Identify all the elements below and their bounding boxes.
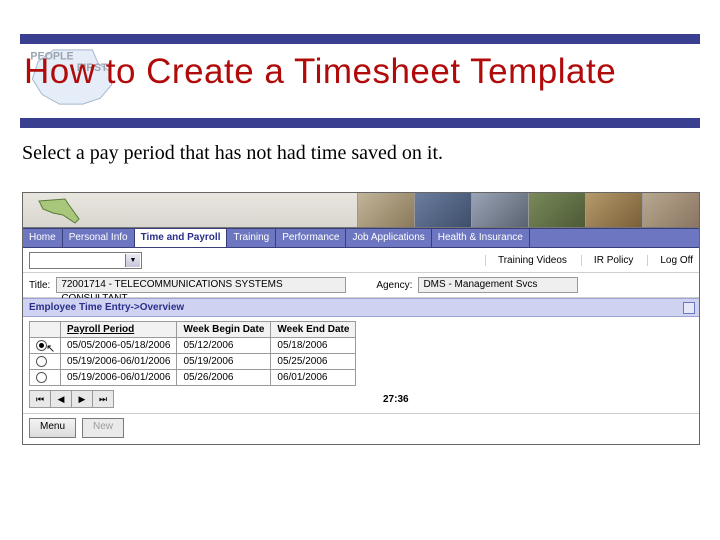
pager-last[interactable]: ⏭ — [93, 391, 114, 408]
tab-health-insurance[interactable]: Health & Insurance — [432, 229, 530, 247]
tab-personal-info[interactable]: Personal Info — [63, 229, 135, 247]
table-row[interactable]: ↖ 05/05/2006-05/18/2006 05/12/2006 05/18… — [30, 338, 356, 354]
hours-total: 27:36 — [383, 394, 699, 405]
section-header: Employee Time Entry->Overview — [23, 298, 699, 317]
tab-home[interactable]: Home — [23, 229, 63, 247]
col-payroll-period[interactable]: Payroll Period — [61, 322, 177, 338]
slide: PEOPLE FIRST How to Create a Timesheet T… — [0, 0, 720, 540]
field-title-value: 72001714 - TELECOMMUNICATIONS SYSTEMS CO… — [56, 277, 346, 293]
radio-row-1[interactable] — [36, 340, 47, 351]
top-links: Training Videos IR Policy Log Off — [485, 255, 693, 266]
collapse-icon[interactable] — [683, 302, 695, 314]
col-week-end: Week End Date — [271, 322, 356, 338]
banner-photo-strip — [357, 193, 699, 227]
toolbar-row: ▼ Training Videos IR Policy Log Off — [23, 248, 699, 273]
table-row[interactable]: 05/19/2006-06/01/2006 05/26/2006 06/01/2… — [30, 370, 356, 386]
cursor-icon: ↖ — [46, 342, 55, 355]
slide-title: How to Create a Timesheet Template — [24, 52, 700, 92]
slide-subtitle: Select a pay period that has not had tim… — [22, 142, 443, 165]
radio-row-2[interactable] — [36, 356, 47, 367]
tab-job-applications[interactable]: Job Applications — [346, 229, 431, 247]
link-training-videos[interactable]: Training Videos — [485, 255, 567, 266]
new-button: New — [82, 418, 124, 438]
tab-performance[interactable]: Performance — [276, 229, 346, 247]
decorative-bar-bottom — [20, 118, 700, 128]
info-row: Title: 72001714 - TELECOMMUNICATIONS SYS… — [23, 273, 699, 298]
radio-row-3[interactable] — [36, 372, 47, 383]
pager-next[interactable]: ▶ — [72, 391, 93, 408]
col-week-begin: Week Begin Date — [177, 322, 271, 338]
pager-prev[interactable]: ◀ — [51, 391, 72, 408]
link-log-off[interactable]: Log Off — [647, 255, 693, 266]
decorative-bar-top — [20, 34, 700, 44]
link-ir-policy[interactable]: IR Policy — [581, 255, 633, 266]
chevron-down-icon: ▼ — [125, 254, 140, 267]
banner-state-map — [35, 195, 85, 225]
pay-period-table: Payroll Period Week Begin Date Week End … — [29, 321, 356, 386]
button-bar: Menu New — [23, 413, 699, 444]
tab-training[interactable]: Training — [227, 229, 276, 247]
menu-button[interactable]: Menu — [29, 418, 76, 438]
field-agency-value: DMS - Management Svcs — [418, 277, 578, 293]
pager-first[interactable]: ⏮ — [30, 391, 51, 408]
app-banner — [23, 193, 699, 228]
tab-time-and-payroll[interactable]: Time and Payroll — [135, 229, 228, 247]
label-title: Title: — [29, 280, 50, 291]
context-dropdown[interactable]: ▼ — [29, 252, 142, 269]
label-agency: Agency: — [376, 280, 412, 291]
app-screenshot: Home Personal Info Time and Payroll Trai… — [22, 192, 700, 445]
table-row[interactable]: 05/19/2006-06/01/2006 05/19/2006 05/25/2… — [30, 354, 356, 370]
primary-nav: Home Personal Info Time and Payroll Trai… — [23, 228, 699, 248]
